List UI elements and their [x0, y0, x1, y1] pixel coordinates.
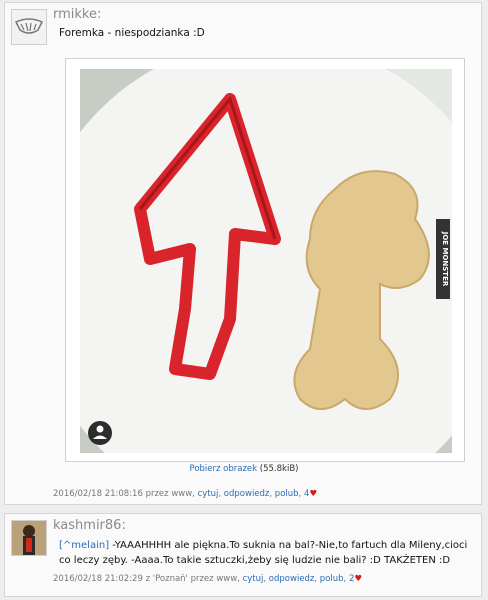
- username[interactable]: rmikke:: [53, 7, 101, 22]
- post-image[interactable]: JOE MONSTER: [80, 69, 452, 453]
- comment-rmikke: rmikke: Foremka - niespodzianka :D JOE M…: [4, 2, 482, 505]
- comment-text: Foremka - niespodzianka :D: [59, 27, 205, 39]
- download-image-link[interactable]: Pobierz obrazek: [190, 464, 258, 474]
- comment-meta: 2016/02/18 21:08:16 przez www, cytuj, od…: [53, 489, 317, 499]
- quote-link[interactable]: cytuj: [198, 489, 219, 499]
- post-image-frame: JOE MONSTER: [65, 58, 465, 462]
- avatar[interactable]: [11, 520, 47, 556]
- comment-text: [^melain] -YAAAHHHH ale piękna.To suknia…: [59, 538, 475, 568]
- comment-via: przez www,: [145, 489, 195, 499]
- avatar-image: [12, 10, 46, 44]
- username[interactable]: kashmir86:: [53, 518, 126, 533]
- like-link[interactable]: polub: [320, 574, 344, 584]
- comment-via: z 'Poznań' przez www,: [145, 574, 240, 584]
- avatar-image: [12, 521, 46, 555]
- quote-link[interactable]: cytuj: [243, 574, 264, 584]
- reply-link[interactable]: odpowiedz: [269, 574, 315, 584]
- heart-icon: ♥: [309, 489, 317, 499]
- comment-text-body: -YAAAHHHH ale piękna.To suknia na bal?-N…: [59, 540, 468, 566]
- watermark: JOE MONSTER: [436, 219, 450, 299]
- comment-kashmir86: kashmir86: [^melain] -YAAAHHHH ale piękn…: [4, 513, 482, 597]
- quoted-user-link[interactable]: [^melain]: [59, 540, 109, 551]
- svg-text:JOE MONSTER: JOE MONSTER: [441, 231, 449, 287]
- comment-date: 2016/02/18 21:08:16: [53, 489, 143, 499]
- avatar[interactable]: [11, 9, 47, 45]
- comment-meta: 2016/02/18 21:02:29 z 'Poznań' przez www…: [53, 574, 362, 584]
- like-link[interactable]: polub: [275, 489, 299, 499]
- download-row: Pobierz obrazek (55.8kiB): [5, 464, 483, 474]
- user-badge-icon: [88, 421, 112, 445]
- download-size: (55.8kiB): [259, 464, 299, 474]
- comment-date: 2016/02/18 21:02:29: [53, 574, 143, 584]
- heart-icon: ♥: [354, 574, 362, 584]
- reply-link[interactable]: odpowiedz: [224, 489, 270, 499]
